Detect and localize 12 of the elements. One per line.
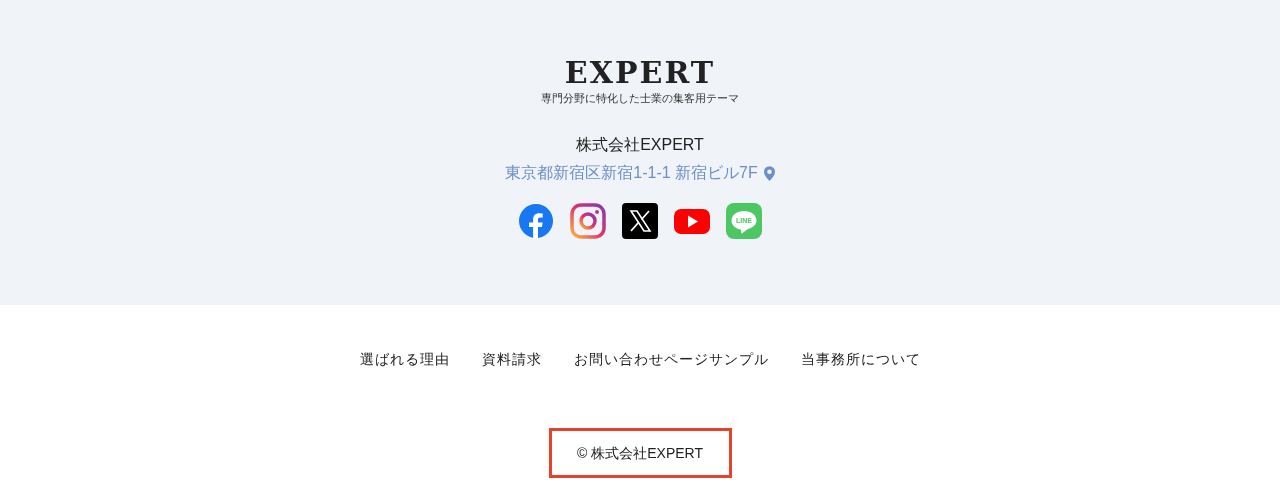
tagline: 専門分野に特化した士業の集客用テーマ: [541, 92, 739, 106]
instagram-icon[interactable]: [570, 203, 606, 239]
facebook-icon[interactable]: [518, 203, 554, 239]
footer-nav-link[interactable]: 選ばれる理由: [359, 349, 450, 369]
company-name: 株式会社EXPERT: [576, 135, 704, 155]
site-logo[interactable]: EXPERT: [564, 54, 716, 92]
copyright-text: © 株式会社EXPERT: [548, 428, 732, 478]
map-pin-icon: [763, 165, 775, 181]
footer-nav-link[interactable]: お問い合わせページサンプル: [573, 349, 769, 369]
x-logo-icon[interactable]: [622, 203, 658, 239]
footer-nav-link[interactable]: 資料請求: [481, 349, 542, 369]
footer-nav-link[interactable]: 当事務所について: [800, 349, 921, 369]
